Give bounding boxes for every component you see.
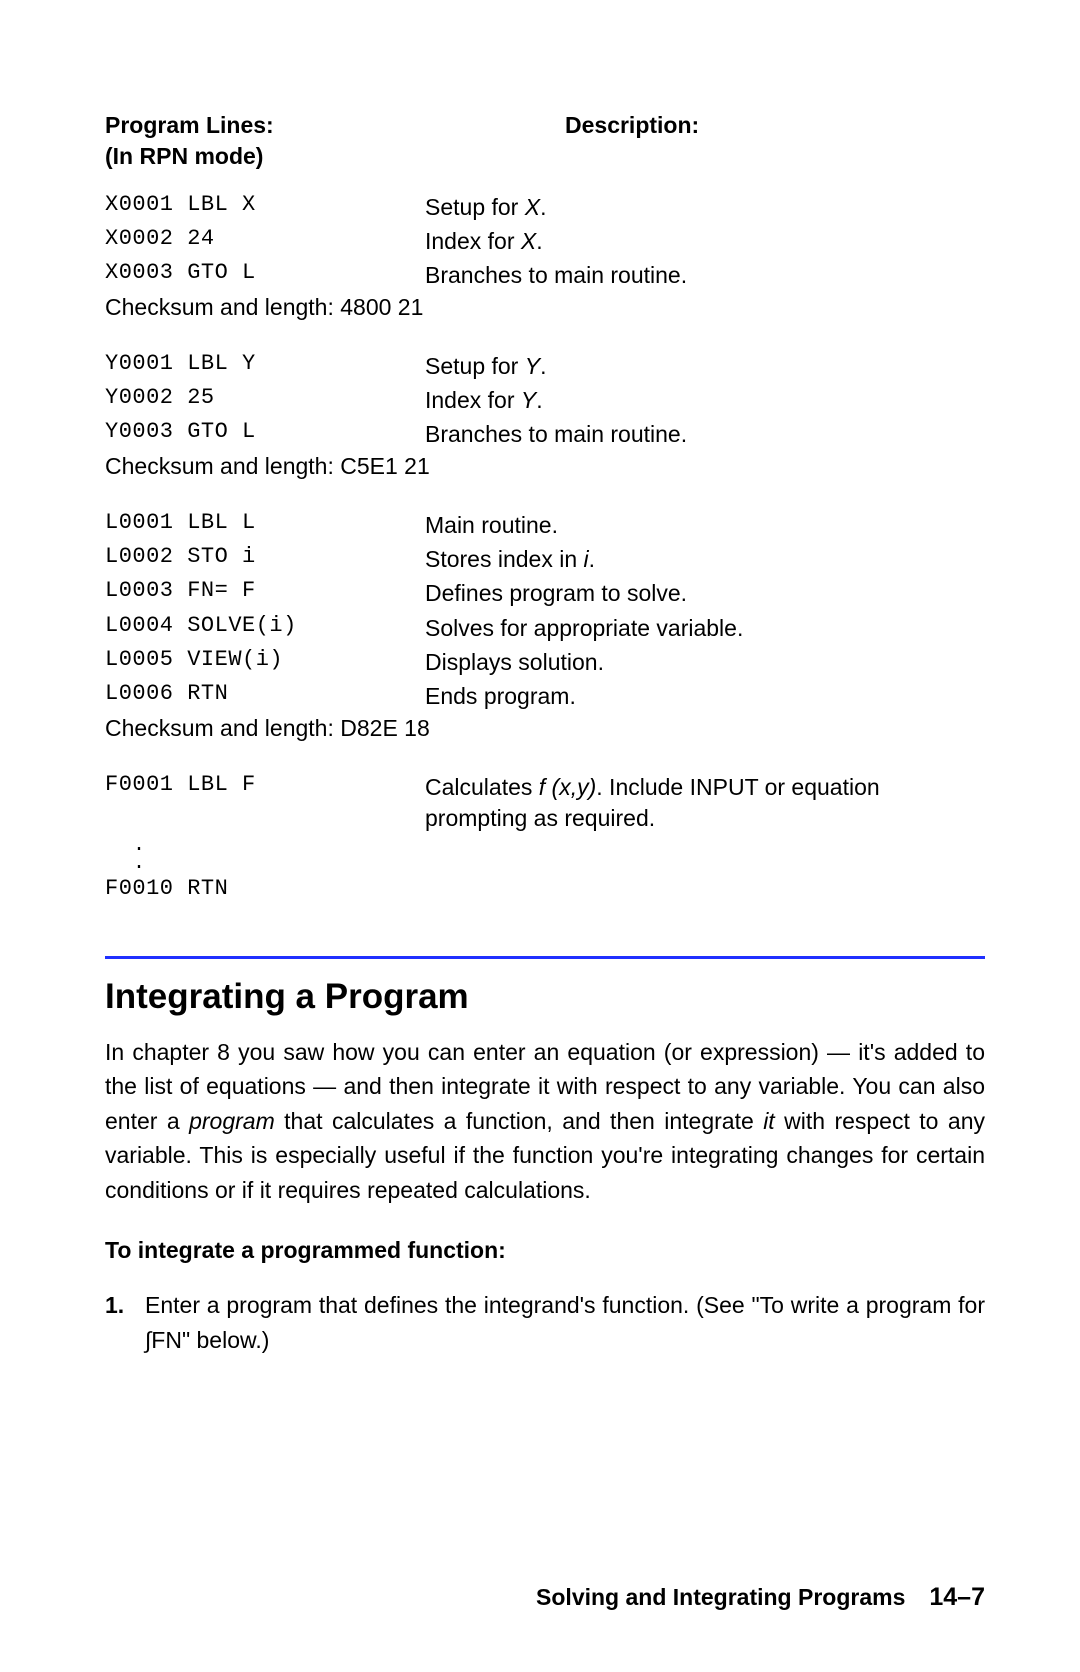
program-row: L0006 RTNEnds program. bbox=[105, 681, 985, 712]
step-1: 1. Enter a program that defines the inte… bbox=[105, 1288, 985, 1357]
program-block: L0001 LBL LMain routine.L0002 STO iStore… bbox=[105, 510, 985, 741]
program-row: Y0002 25Index for Y. bbox=[105, 385, 985, 416]
checksum-line: Checksum and length: C5E1 21 bbox=[105, 453, 985, 480]
header-left-line1: Program Lines: bbox=[105, 112, 274, 138]
page-footer: Solving and Integrating Programs 14–7 bbox=[105, 1543, 985, 1612]
program-row: L0005 VIEW(i)Displays solution. bbox=[105, 647, 985, 678]
program-desc: Calculates f (x,y). Include INPUT or equ… bbox=[425, 772, 985, 834]
program-desc: Index for X. bbox=[425, 226, 985, 257]
table-header: Program Lines: (In RPN mode) Description… bbox=[105, 110, 985, 172]
checksum-line: Checksum and length: 4800 21 bbox=[105, 294, 985, 321]
program-row: Y0001 LBL YSetup for Y. bbox=[105, 351, 985, 382]
program-code: L0004 SOLVE(i) bbox=[105, 613, 425, 644]
header-left-line2: (In RPN mode) bbox=[105, 143, 263, 169]
program-block: Y0001 LBL YSetup for Y.Y0002 25Index for… bbox=[105, 351, 985, 480]
program-row: L0001 LBL LMain routine. bbox=[105, 510, 985, 541]
section-title: Integrating a Program bbox=[105, 977, 985, 1017]
program-desc: Stores index in i. bbox=[425, 544, 985, 575]
program-desc: Solves for appropriate variable. bbox=[425, 613, 985, 644]
program-row: X0003 GTO LBranches to main routine. bbox=[105, 260, 985, 291]
program-code: L0002 STO i bbox=[105, 544, 425, 575]
program-desc: Main routine. bbox=[425, 510, 985, 541]
program-code: Y0003 GTO L bbox=[105, 419, 425, 450]
footer-title: Solving and Integrating Programs bbox=[536, 1584, 905, 1611]
program-desc: Setup for Y. bbox=[425, 351, 985, 382]
program-code: Y0001 LBL Y bbox=[105, 351, 425, 382]
program-row: L0003 FN= FDefines program to solve. bbox=[105, 578, 985, 609]
program-desc: Index for Y. bbox=[425, 385, 985, 416]
program-desc: Displays solution. bbox=[425, 647, 985, 678]
ellipsis-dots: .. bbox=[133, 837, 985, 873]
program-desc: Branches to main routine. bbox=[425, 260, 985, 291]
section-rule bbox=[105, 956, 985, 959]
step-text: Enter a program that defines the integra… bbox=[145, 1288, 985, 1357]
checksum-line: Checksum and length: D82E 18 bbox=[105, 715, 985, 742]
subheading: To integrate a programmed function: bbox=[105, 1237, 985, 1264]
program-code: X0002 24 bbox=[105, 226, 425, 257]
step-number: 1. bbox=[105, 1288, 145, 1357]
program-code: L0005 VIEW(i) bbox=[105, 647, 425, 678]
program-row: X0001 LBL XSetup for X. bbox=[105, 192, 985, 223]
program-row: L0004 SOLVE(i)Solves for appropriate var… bbox=[105, 613, 985, 644]
program-block-f: F0001 LBL F Calculates f (x,y). Include … bbox=[105, 772, 985, 901]
program-row: X0002 24Index for X. bbox=[105, 226, 985, 257]
program-desc: Defines program to solve. bbox=[425, 578, 985, 609]
program-code: F0001 LBL F bbox=[105, 772, 425, 834]
program-block: X0001 LBL XSetup for X.X0002 24Index for… bbox=[105, 192, 985, 321]
program-code: L0003 FN= F bbox=[105, 578, 425, 609]
program-code: L0006 RTN bbox=[105, 681, 425, 712]
program-code: X0003 GTO L bbox=[105, 260, 425, 291]
program-code: X0001 LBL X bbox=[105, 192, 425, 223]
program-desc: Setup for X. bbox=[425, 192, 985, 223]
footer-page-number: 14–7 bbox=[929, 1583, 985, 1612]
program-code: L0001 LBL L bbox=[105, 510, 425, 541]
program-code: Y0002 25 bbox=[105, 385, 425, 416]
program-row: L0002 STO iStores index in i. bbox=[105, 544, 985, 575]
program-code: F0010 RTN bbox=[105, 876, 425, 901]
program-desc: Ends program. bbox=[425, 681, 985, 712]
header-right: Description: bbox=[565, 112, 699, 138]
program-desc: Branches to main routine. bbox=[425, 419, 985, 450]
intro-paragraph: In chapter 8 you saw how you can enter a… bbox=[105, 1035, 985, 1208]
program-row: Y0003 GTO LBranches to main routine. bbox=[105, 419, 985, 450]
